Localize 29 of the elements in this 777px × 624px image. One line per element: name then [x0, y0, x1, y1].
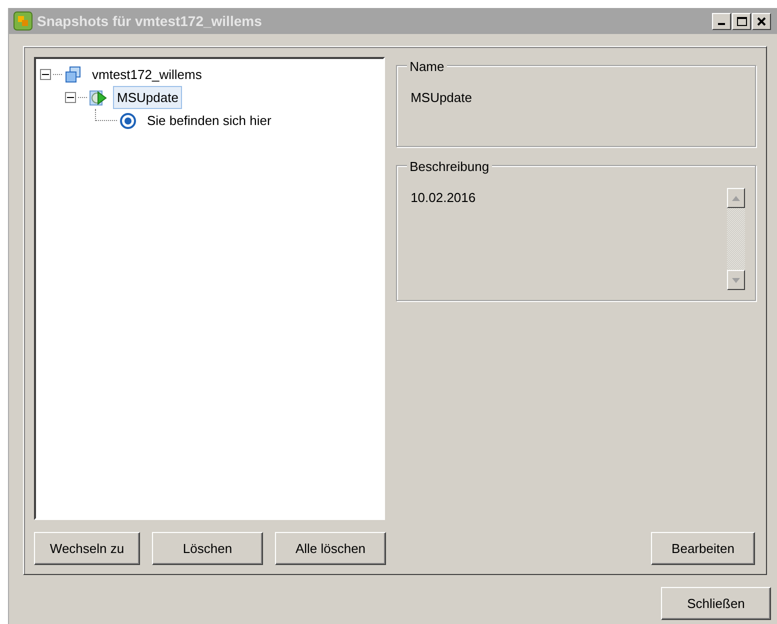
- close-icon: [757, 16, 766, 26]
- tree-item[interactable]: Sie befinden sich hier: [143, 108, 276, 132]
- scroll-up-button[interactable]: [727, 188, 745, 208]
- collapse-toggle[interactable]: [40, 69, 51, 80]
- close-dialog-button[interactable]: Schließen: [661, 587, 771, 620]
- up-arrow-icon: [732, 196, 740, 200]
- tree-item[interactable]: vmtest172_willems: [88, 62, 206, 86]
- minus-icon: [42, 71, 49, 78]
- down-arrow-icon: [732, 278, 740, 282]
- virtual-machine-icon: [64, 66, 82, 84]
- collapse-toggle[interactable]: [65, 92, 76, 103]
- current-location-icon: [119, 112, 137, 130]
- description-value: 10.02.2016: [410, 189, 477, 207]
- scrollbar[interactable]: [727, 188, 745, 290]
- maximize-icon: [736, 16, 746, 26]
- maximize-button[interactable]: [732, 12, 751, 30]
- tree-action-button[interactable]: Löschen: [152, 532, 263, 565]
- snapshot-icon: [89, 88, 107, 106]
- minimize-button[interactable]: [712, 12, 731, 30]
- tree-action-button[interactable]: Alle löschen: [275, 532, 386, 565]
- tree-action-button[interactable]: Wechseln zu: [34, 532, 140, 565]
- edit-button[interactable]: Bearbeiten: [651, 532, 755, 565]
- name-value: MSUpdate: [410, 90, 472, 105]
- close-button[interactable]: [752, 12, 771, 30]
- tree-item[interactable]: MSUpdate: [113, 86, 182, 110]
- minus-icon: [67, 94, 74, 101]
- scroll-down-button[interactable]: [727, 270, 745, 290]
- app-logo-icon: [13, 11, 33, 31]
- window-title: Snapshots für vmtest172_willems: [37, 12, 263, 31]
